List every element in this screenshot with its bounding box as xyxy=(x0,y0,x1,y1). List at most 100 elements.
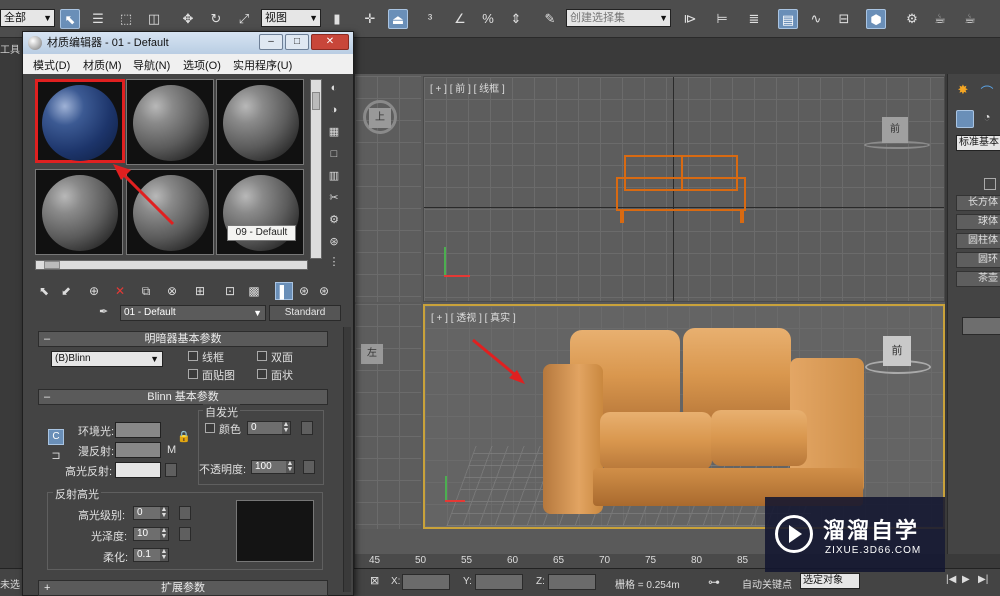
blinn-rollout-header[interactable]: – Blinn 基本参数 xyxy=(38,389,328,405)
put-to-library-icon[interactable]: ⊞ xyxy=(191,282,209,300)
sofa-seat-cushion-left[interactable] xyxy=(600,412,712,470)
material-type-button[interactable]: Standard xyxy=(269,305,341,321)
next-frame-icon[interactable]: |◀ xyxy=(946,574,960,588)
z-coord-field[interactable] xyxy=(548,574,596,590)
mirror-icon[interactable]: ⧐ xyxy=(680,9,700,29)
menu-utilities[interactable]: 实用程序(U) xyxy=(233,57,292,73)
cylinder-button[interactable]: 圆柱体 xyxy=(956,233,1000,249)
modify-tab-icon[interactable]: ⌒ xyxy=(978,82,996,100)
keyboard-shortcut-icon[interactable]: ⏏ xyxy=(388,9,408,29)
show-map-icon[interactable]: ▩ xyxy=(245,282,263,300)
view-cube-left[interactable]: 左 xyxy=(361,344,383,364)
glossiness-spinner[interactable]: 10 ▲ ▼ xyxy=(133,527,169,541)
opacity-spinner[interactable]: 100 ▲ ▼ xyxy=(251,460,295,474)
object-category-dropdown[interactable]: 标准基本 xyxy=(956,135,1000,151)
sofa-back-cushion-right[interactable] xyxy=(683,328,791,422)
slots-vertical-scrollbar[interactable] xyxy=(310,79,322,259)
specular-level-map-button[interactable] xyxy=(179,506,191,520)
spinner-snap-icon[interactable]: ⇕ xyxy=(506,9,526,29)
selection-filter-dropdown[interactable]: 全部 ▼ xyxy=(0,9,55,27)
view-cube[interactable]: 前 xyxy=(882,117,908,143)
wire-checkbox[interactable] xyxy=(188,351,198,361)
material-slot-3[interactable] xyxy=(216,79,304,165)
teapot-button[interactable]: 茶壶 xyxy=(956,271,1000,287)
select-object-icon[interactable]: ⬉ xyxy=(60,9,80,29)
eyedropper-icon[interactable]: ✒ xyxy=(99,305,113,319)
menu-options[interactable]: 选项(O) xyxy=(183,57,221,73)
autogrid-checkbox[interactable] xyxy=(984,178,996,190)
close-button[interactable]: ✕ xyxy=(311,34,349,50)
sofa-seat-cushion-right[interactable] xyxy=(711,410,807,466)
reset-map-icon[interactable]: ✕ xyxy=(111,282,129,300)
specular-map-button[interactable] xyxy=(165,463,177,477)
put-to-scene-icon[interactable]: ⬋ xyxy=(57,282,75,300)
background-icon[interactable]: ▦ xyxy=(326,124,342,140)
box-button[interactable]: 长方体 xyxy=(956,195,1000,211)
specular-color-swatch[interactable] xyxy=(115,462,161,478)
viewport-front[interactable]: [ + ] [ 前 ] [ 线框 ] 前 xyxy=(423,76,945,302)
key-filter-dropdown[interactable]: 选定对象 xyxy=(800,573,860,589)
sphere-button[interactable]: 球体 xyxy=(956,214,1000,230)
copy-material-icon[interactable]: ⧉ xyxy=(137,282,155,300)
render-icon[interactable]: ☕ xyxy=(960,9,980,29)
shader-rollout-header[interactable]: – 明暗器基本参数 xyxy=(38,331,328,347)
self-illum-map-button[interactable] xyxy=(301,421,313,435)
glossiness-map-button[interactable] xyxy=(179,527,191,541)
uv-tiling-icon[interactable]: □ xyxy=(326,146,342,162)
go-forward-sibling-icon[interactable]: ⊛ xyxy=(315,282,333,300)
params-scrollbar[interactable] xyxy=(343,327,351,592)
diffuse-map-button[interactable]: M xyxy=(167,444,176,456)
shader-type-dropdown[interactable]: (B)Blinn ▼ xyxy=(51,351,163,367)
curve-editor-icon[interactable]: ∿ xyxy=(806,9,826,29)
opacity-map-button[interactable] xyxy=(303,460,315,474)
lock-selection-icon[interactable]: ⊠ xyxy=(370,574,384,588)
key-icon[interactable]: ⊶ xyxy=(708,575,732,589)
slots-horizontal-scrollbar[interactable] xyxy=(35,260,308,270)
soften-spinner[interactable]: 0.1 ▲ ▼ xyxy=(133,548,169,562)
rotate-icon[interactable]: ↻ xyxy=(206,9,226,29)
shapes-icon[interactable]: ◔ xyxy=(978,110,996,128)
torus-button[interactable]: 圆环 xyxy=(956,252,1000,268)
specular-level-spinner[interactable]: 0 ▲ ▼ xyxy=(133,506,169,520)
material-name-field[interactable]: 01 - Default ▼ xyxy=(120,305,266,321)
percent-snap-icon[interactable]: % xyxy=(478,9,498,29)
snap-3d-icon[interactable]: ³ xyxy=(420,9,440,29)
angle-snap-icon[interactable]: ∠ xyxy=(450,9,470,29)
lock-ambient-diffuse-icon[interactable]: C xyxy=(48,429,64,445)
menu-navigation[interactable]: 导航(N) xyxy=(133,57,170,73)
material-navigator-icon[interactable]: ⋮ xyxy=(326,254,342,270)
video-color-check-icon[interactable]: ▥ xyxy=(326,168,342,184)
menu-modes[interactable]: 模式(D) xyxy=(33,57,70,73)
geometry-icon[interactable] xyxy=(956,110,974,128)
material-editor-icon[interactable]: ⬢ xyxy=(866,9,886,29)
make-unique-icon[interactable]: ⊗ xyxy=(163,282,181,300)
material-slot-1[interactable] xyxy=(35,79,125,163)
lock-icon[interactable]: 🔒 xyxy=(177,430,191,444)
viewport-bottom-left[interactable]: 左 xyxy=(355,304,421,529)
play-icon[interactable]: ▶ xyxy=(962,574,976,588)
scroll-thumb[interactable] xyxy=(312,92,320,110)
show-end-result-icon[interactable]: ▌ xyxy=(275,282,293,300)
self-illum-color-checkbox[interactable] xyxy=(205,423,215,433)
make-preview-icon[interactable]: ✂ xyxy=(326,190,342,206)
viewport-perspective[interactable]: [ + ] [ 透视 ] [ 真实 ] 前 xyxy=(423,304,945,529)
diffuse-color-swatch[interactable] xyxy=(115,442,161,458)
view-cube[interactable]: 前 xyxy=(883,336,911,366)
align-icon[interactable]: ⊨ xyxy=(712,9,732,29)
lock-diffuse-specular-icon[interactable]: ⊐ xyxy=(48,449,64,463)
schematic-view-icon[interactable]: ⊟ xyxy=(834,9,854,29)
name-field[interactable] xyxy=(962,317,1000,335)
backlight-icon[interactable]: ◑ xyxy=(326,102,342,118)
pivot-icon[interactable]: ▮ xyxy=(327,9,347,29)
material-slot-2[interactable] xyxy=(126,79,214,165)
get-material-icon[interactable]: ⬉ xyxy=(35,282,53,300)
select-by-name-icon[interactable]: ☰ xyxy=(88,9,108,29)
faceted-checkbox[interactable] xyxy=(257,369,267,379)
material-slot-6[interactable] xyxy=(216,169,304,255)
y-coord-field[interactable] xyxy=(475,574,523,590)
material-id-icon[interactable]: ⊡ xyxy=(221,282,239,300)
ribbon-icon[interactable]: ▤ xyxy=(778,9,798,29)
viewport-top-left[interactable]: 上 xyxy=(355,76,421,302)
select-by-material-icon[interactable]: ⊛ xyxy=(326,234,342,250)
go-to-parent-icon[interactable]: ⊛ xyxy=(295,282,313,300)
